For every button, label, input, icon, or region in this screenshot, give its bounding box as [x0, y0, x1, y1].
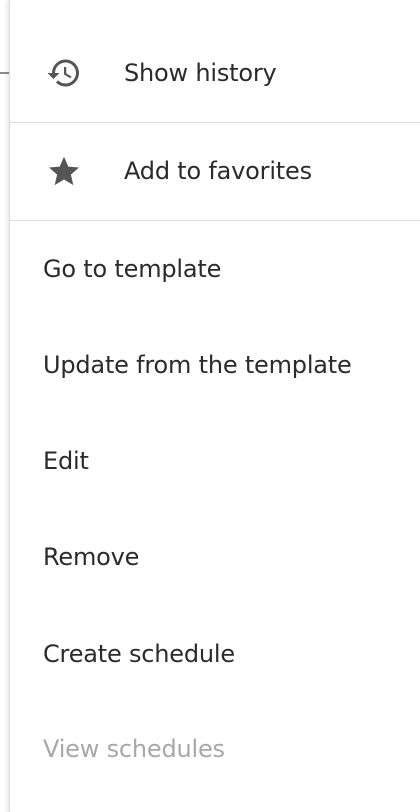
menu-item-label: Edit	[43, 447, 89, 475]
menu-item-label: Show history	[124, 59, 277, 87]
menu-divider	[10, 220, 420, 221]
menu-item-add-to-favorites[interactable]: Add to favorites	[10, 150, 420, 192]
context-menu: Show history Add to favorites Go to temp…	[9, 0, 420, 812]
menu-item-label: Update from the template	[43, 351, 352, 379]
menu-item-update-from-template[interactable]: Update from the template	[10, 344, 420, 386]
history-icon	[44, 53, 84, 93]
menu-item-create-schedule[interactable]: Create schedule	[10, 633, 420, 675]
menu-item-go-to-template[interactable]: Go to template	[10, 248, 420, 290]
menu-item-label: Add to favorites	[124, 157, 312, 185]
menu-item-label: Create schedule	[43, 640, 235, 668]
menu-item-label: Remove	[43, 543, 140, 571]
menu-item-remove[interactable]: Remove	[10, 536, 420, 578]
menu-divider	[10, 122, 420, 123]
menu-item-view-schedules: View schedules	[10, 728, 420, 770]
menu-item-edit[interactable]: Edit	[10, 440, 420, 482]
star-icon	[44, 151, 84, 191]
menu-item-label: View schedules	[43, 735, 225, 763]
menu-item-label: Go to template	[43, 255, 222, 283]
menu-item-show-history[interactable]: Show history	[10, 52, 420, 94]
